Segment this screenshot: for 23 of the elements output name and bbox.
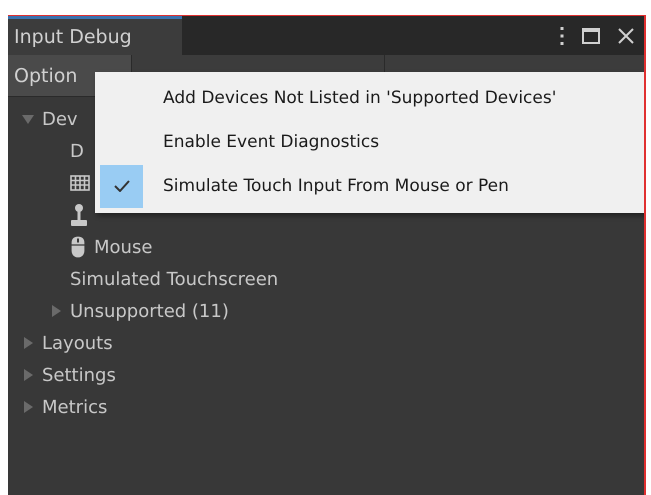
- tree-item[interactable]: Mouse: [94, 236, 152, 258]
- expanded-arrow-icon[interactable]: [22, 113, 34, 125]
- mouse-icon: [70, 236, 86, 258]
- tree-item[interactable]: Metrics: [42, 396, 108, 418]
- collapsed-arrow-icon[interactable]: [50, 305, 62, 317]
- tree-item[interactable]: Settings: [42, 364, 116, 386]
- tree-item[interactable]: Simulated Touchscreen: [70, 268, 278, 290]
- window-tab[interactable]: Input Debug: [8, 16, 182, 55]
- tree-item[interactable]: Layouts: [42, 332, 113, 354]
- menu-item[interactable]: Simulate Touch Input From Mouse or Pen: [163, 176, 509, 196]
- collapsed-arrow-icon[interactable]: [22, 401, 34, 413]
- tree-item[interactable]: Unsupported (11): [70, 300, 229, 322]
- tree-item[interactable]: D: [70, 140, 84, 162]
- tree-item[interactable]: Dev: [42, 108, 78, 130]
- maximize-icon[interactable]: [582, 28, 600, 44]
- joystick-icon: [70, 204, 88, 226]
- collapsed-arrow-icon[interactable]: [22, 337, 34, 349]
- collapsed-arrow-icon[interactable]: [22, 369, 34, 381]
- menu-item[interactable]: Enable Event Diagnostics: [163, 132, 380, 152]
- menu-item[interactable]: Add Devices Not Listed in 'Supported Devices': [163, 88, 556, 108]
- keyboard-icon: [70, 175, 90, 191]
- more-icon[interactable]: [560, 26, 564, 44]
- close-icon[interactable]: [618, 28, 634, 44]
